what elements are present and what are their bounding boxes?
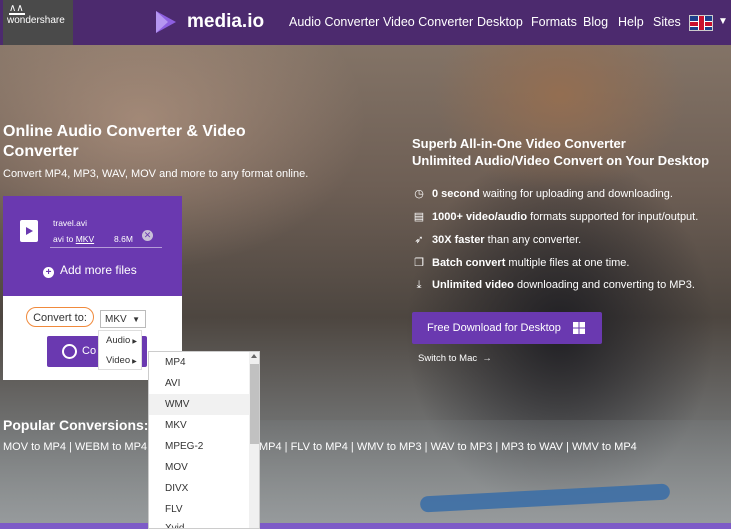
- feature-bold: 1000+ video/audio: [432, 211, 528, 223]
- popular-conversions-links-left[interactable]: MOV to MP4 | WEBM to MP4: [3, 441, 147, 453]
- feature-item: ⤓ Unlimited video downloading and convert…: [412, 279, 695, 292]
- nav-blog[interactable]: Blog: [583, 15, 608, 29]
- free-download-button[interactable]: Free Download for Desktop: [412, 312, 602, 344]
- add-more-files-label: Add more files: [60, 263, 137, 277]
- copy-icon: ❐: [414, 257, 424, 269]
- arrow-right-icon: →: [479, 353, 492, 364]
- feature-text: than any converter.: [484, 234, 582, 246]
- file-target-format-link[interactable]: MKV: [76, 234, 94, 244]
- feature-text: multiple files at one time.: [505, 257, 630, 269]
- file-icon: ▤: [413, 211, 425, 223]
- video-file-icon: [20, 220, 38, 242]
- mediaio-logo-icon[interactable]: [154, 10, 178, 34]
- format-select[interactable]: MKV ▼: [100, 310, 146, 328]
- convert-to-label: Convert to:: [26, 307, 94, 327]
- format-dropdown-list: MP4 AVI WMV MKV MPEG-2 MOV DIVX FLV Xvid: [148, 351, 260, 529]
- format-select-value: MKV: [105, 314, 127, 325]
- popular-conversions-links-right[interactable]: MP4 | FLV to MP4 | WMV to MP3 | WAV to M…: [259, 441, 637, 453]
- feature-bold: Unlimited video: [432, 279, 514, 291]
- uk-flag-icon[interactable]: [689, 15, 713, 31]
- rocket-icon: ➶: [414, 234, 424, 246]
- download-icon: ⤓: [416, 279, 422, 291]
- feature-text: formats supported for input/output.: [527, 211, 699, 223]
- file-to-prefix: avi to: [53, 234, 74, 244]
- format-option-divx[interactable]: DIVX: [149, 478, 249, 499]
- feature-text: waiting for uploading and downloading.: [479, 188, 673, 200]
- hero-title: Online Audio Converter & Video Converter: [3, 123, 246, 160]
- file-size: 8.6M: [114, 234, 133, 244]
- nav-help[interactable]: Help: [618, 15, 644, 29]
- feature-bold: 0 second: [432, 188, 480, 200]
- format-option-xvid[interactable]: Xvid: [149, 518, 249, 528]
- chevron-down-icon: ▼: [132, 315, 140, 324]
- wondershare-mark-icon: ∧∧: [9, 3, 25, 15]
- file-name: travel.avi: [53, 218, 88, 228]
- nav-formats[interactable]: Formats: [531, 15, 577, 29]
- popular-conversions-title: Popular Conversions:: [3, 417, 149, 433]
- nav-desktop[interactable]: Desktop: [477, 15, 523, 29]
- feature-text: downloading and converting to MP3.: [513, 279, 695, 291]
- free-download-label: Free Download for Desktop: [427, 322, 561, 334]
- file-conversion-info: avi to MKV: [53, 234, 94, 244]
- wondershare-logo[interactable]: ∧∧ wondershare: [3, 0, 73, 45]
- feature-item: ❐ Batch convert multiple files at one tim…: [412, 256, 629, 269]
- brand-name[interactable]: media.io: [187, 11, 264, 33]
- wondershare-wordmark: wondershare: [7, 15, 65, 26]
- feature-bold: 30X faster: [432, 234, 485, 246]
- format-option-avi[interactable]: AVI: [149, 373, 249, 394]
- format-category-menu: Audio ▶ Video ▶: [98, 330, 142, 370]
- converter-file-panel: [3, 196, 182, 296]
- scrollbar-thumb[interactable]: [250, 364, 259, 444]
- convert-button-label: Co: [82, 345, 97, 357]
- nav-audio-converter[interactable]: Audio Converter: [289, 15, 379, 29]
- desktop-title: Superb All-in-One Video Converter Unlimi…: [412, 135, 709, 169]
- format-option-mkv[interactable]: MKV: [149, 415, 249, 436]
- feature-item: ▤ 1000+ video/audio formats supported for…: [412, 210, 699, 223]
- switch-to-mac-label: Switch to Mac: [418, 353, 478, 364]
- format-option-wmv[interactable]: WMV: [149, 394, 249, 415]
- hero-subtitle: Convert MP4, MP3, WAV, MOV and more to a…: [3, 168, 309, 180]
- remove-file-close-icon[interactable]: ✕: [142, 230, 153, 241]
- bottom-accent-strip: [0, 523, 731, 529]
- format-option-mov[interactable]: MOV: [149, 457, 249, 478]
- desktop-title-line2: Unlimited Audio/Video Convert on Your De…: [412, 153, 710, 168]
- background-road: [0, 420, 731, 529]
- format-option-mp4[interactable]: MP4: [149, 352, 249, 373]
- switch-to-mac-link[interactable]: Switch to Mac →: [418, 353, 492, 364]
- file-divider: [50, 247, 162, 248]
- convert-ring-icon: [62, 344, 77, 359]
- category-video[interactable]: Video ▶: [106, 355, 137, 366]
- feature-bold: Batch convert: [432, 257, 506, 269]
- flag-vertical-stripe: [698, 16, 705, 30]
- chevron-right-icon: ▶: [132, 359, 137, 365]
- top-header: ∧∧ wondershare media.io Audio Converter …: [0, 0, 731, 45]
- chevron-right-icon: ▶: [132, 339, 137, 345]
- category-audio[interactable]: Audio ▶: [106, 335, 137, 346]
- windows-icon: [573, 322, 585, 334]
- language-caret-icon[interactable]: ▼: [718, 16, 728, 27]
- clock-icon: ◷: [414, 188, 424, 200]
- format-option-mpeg2[interactable]: MPEG-2: [149, 436, 249, 457]
- format-option-flv[interactable]: FLV: [149, 499, 249, 520]
- nav-video-converter[interactable]: Video Converter: [383, 15, 473, 29]
- category-audio-label: Audio: [106, 335, 131, 346]
- nav-sites[interactable]: Sites: [653, 15, 681, 29]
- desktop-title-line1: Superb All-in-One Video Converter: [412, 136, 626, 151]
- add-more-files-button[interactable]: + Add more files: [43, 263, 137, 278]
- plus-icon: +: [43, 267, 54, 278]
- category-video-label: Video: [106, 355, 131, 366]
- scroll-up-icon[interactable]: [251, 354, 257, 358]
- feature-item: ➶ 30X faster than any converter.: [412, 233, 581, 246]
- feature-item: ◷ 0 second waiting for uploading and down…: [412, 187, 673, 200]
